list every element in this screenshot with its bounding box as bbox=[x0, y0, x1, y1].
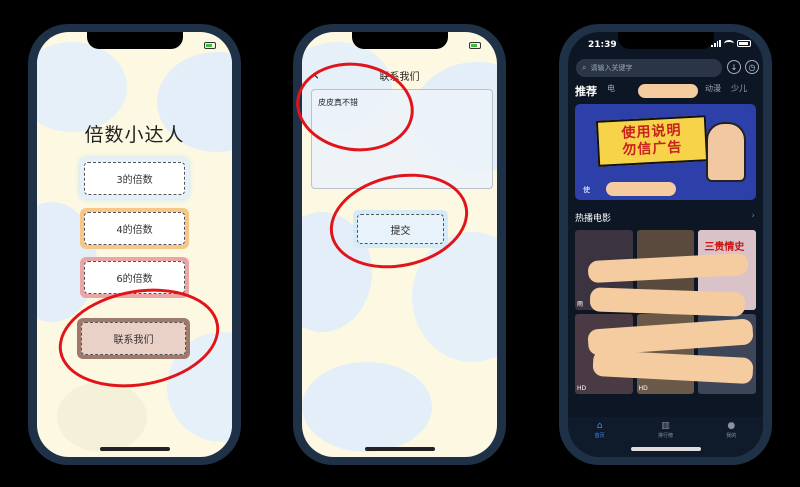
notch bbox=[617, 32, 714, 49]
screen-multiples-menu: 倍数小达人 3的倍数 4的倍数 6的倍数 联系我们 bbox=[37, 32, 232, 457]
home-indicator bbox=[99, 447, 170, 451]
tab-category[interactable]: 电 bbox=[607, 83, 615, 99]
banner-caption: 使 bbox=[583, 186, 590, 194]
phone-frame-1: 倍数小达人 3的倍数 4的倍数 6的倍数 联系我们 bbox=[28, 24, 241, 465]
home-indicator bbox=[364, 447, 435, 451]
redaction-smear bbox=[606, 182, 676, 196]
screen-contact-us: ‹ 联系我们 皮皮真不错 提交 bbox=[302, 32, 497, 457]
submit-label: 提交 bbox=[357, 214, 444, 244]
signal-icon bbox=[711, 40, 721, 47]
tab-mine-label: 我的 bbox=[726, 433, 737, 439]
feedback-textarea[interactable]: 皮皮真不错 bbox=[311, 89, 493, 189]
submit-button[interactable]: 提交 bbox=[353, 210, 448, 248]
wifi-icon bbox=[724, 40, 734, 47]
bar-chart-icon: ▥ bbox=[661, 421, 670, 431]
search-input[interactable] bbox=[590, 64, 711, 72]
search-bar[interactable]: ⌕ bbox=[576, 59, 722, 77]
contact-us-label: 联系我们 bbox=[81, 322, 186, 355]
multiple-of-6-label: 6的倍数 bbox=[84, 261, 185, 294]
battery-icon bbox=[469, 42, 481, 49]
tab-ranking[interactable]: ▥ 排行榜 bbox=[658, 421, 673, 457]
notch bbox=[351, 32, 448, 49]
cartoon-figure-icon bbox=[706, 122, 746, 182]
search-icon: ⌕ bbox=[582, 63, 587, 72]
tab-recommend[interactable]: 推荐 bbox=[575, 83, 597, 99]
home-icon: ⌂ bbox=[596, 421, 603, 431]
bottom-tab-bar: ⌂ 首页 ▥ 排行榜 ● 我的 bbox=[568, 417, 763, 457]
status-time: 21:39 bbox=[588, 40, 617, 50]
page-title: 联系我们 bbox=[379, 72, 420, 83]
tab-home[interactable]: ⌂ 首页 bbox=[595, 421, 605, 457]
phone-frame-3: 21:39 ⌕ ↓ ◷ 推荐 电 动漫 少儿 使用说明 勿信广告 使 热 bbox=[559, 24, 772, 465]
app-title: 倍数小达人 bbox=[84, 124, 185, 146]
back-arrow-icon[interactable]: ‹ bbox=[313, 65, 319, 84]
section-title: 热播电影 bbox=[575, 214, 612, 224]
contact-us-button[interactable]: 联系我们 bbox=[77, 318, 190, 359]
battery-icon bbox=[737, 40, 751, 47]
tab-anime[interactable]: 动漫 bbox=[705, 83, 721, 99]
phone-frame-2: ‹ 联系我们 皮皮真不错 提交 bbox=[293, 24, 506, 465]
notch bbox=[86, 32, 183, 49]
poster-caption: HD bbox=[638, 385, 648, 392]
chevron-right-icon[interactable]: › bbox=[751, 211, 755, 221]
background-blob bbox=[302, 362, 432, 452]
feedback-text: 皮皮真不错 bbox=[318, 98, 358, 107]
status-icons bbox=[711, 40, 751, 47]
history-icon[interactable]: ◷ bbox=[745, 60, 759, 74]
background-blob bbox=[412, 232, 497, 362]
banner-headline: 使用说明 勿信广告 bbox=[595, 115, 709, 167]
poster-caption: HD bbox=[577, 385, 587, 392]
multiple-of-4-label: 4的倍数 bbox=[84, 212, 185, 245]
multiple-of-6-button[interactable]: 6的倍数 bbox=[80, 257, 189, 298]
download-icon[interactable]: ↓ bbox=[727, 60, 741, 74]
background-blob bbox=[37, 42, 127, 132]
multiple-of-3-button[interactable]: 3的倍数 bbox=[80, 158, 189, 199]
background-blob bbox=[57, 382, 147, 452]
tab-mine[interactable]: ● 我的 bbox=[726, 421, 736, 457]
multiple-of-4-button[interactable]: 4的倍数 bbox=[80, 208, 189, 249]
battery-icon bbox=[204, 42, 216, 49]
tab-home-label: 首页 bbox=[594, 433, 605, 439]
tab-kids[interactable]: 少儿 bbox=[731, 83, 747, 99]
tab-ranking-label: 排行榜 bbox=[657, 433, 673, 439]
poster-caption: 雨 bbox=[577, 301, 584, 308]
redaction-smear bbox=[638, 84, 698, 98]
profile-icon: ● bbox=[727, 421, 736, 431]
home-indicator bbox=[630, 447, 701, 451]
multiple-of-3-label: 3的倍数 bbox=[84, 162, 185, 195]
screen-video-app: 21:39 ⌕ ↓ ◷ 推荐 电 动漫 少儿 使用说明 勿信广告 使 热 bbox=[568, 32, 763, 457]
poster-title: 三贵情史 bbox=[704, 242, 745, 253]
